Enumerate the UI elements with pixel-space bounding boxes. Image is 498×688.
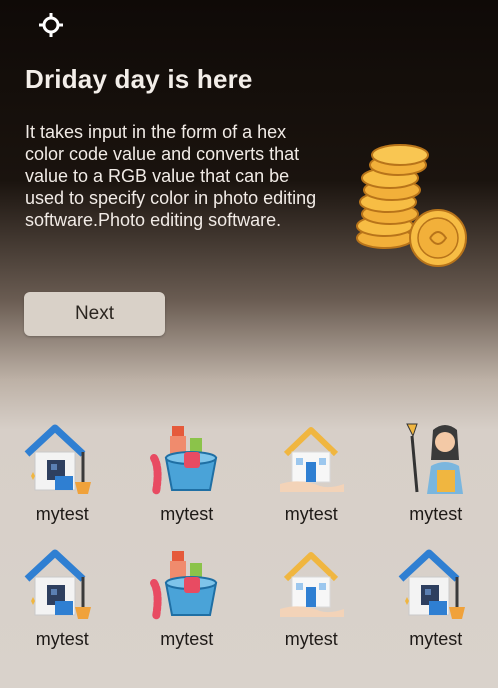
grid-item-label: mytest bbox=[35, 504, 89, 524]
grid-item-label: mytest bbox=[409, 629, 463, 649]
house-hand-icon bbox=[280, 552, 345, 617]
target-icon[interactable] bbox=[38, 12, 64, 38]
house-cleaning-icon bbox=[24, 424, 92, 494]
cleaning-bucket-icon bbox=[149, 426, 217, 496]
grid-item-label: mytest bbox=[35, 629, 89, 649]
grid-item[interactable]: mytest bbox=[374, 543, 498, 650]
grid-item-label: mytest bbox=[160, 629, 214, 649]
house-cleaning-icon bbox=[24, 549, 92, 619]
grid-item[interactable]: mytest bbox=[249, 543, 374, 650]
hero-description: It takes input in the form of a hex colo… bbox=[25, 122, 317, 230]
gold-coins-icon bbox=[356, 144, 467, 267]
next-button[interactable]: Next bbox=[24, 292, 165, 336]
cleaning-bucket-icon bbox=[149, 551, 217, 621]
house-cleaning-icon bbox=[398, 549, 465, 619]
grid-item[interactable]: mytest bbox=[0, 418, 125, 525]
grid-item[interactable]: mytest bbox=[125, 418, 250, 525]
grid-item[interactable]: mytest bbox=[125, 543, 250, 650]
hero-banner: Driday day is here It takes input in the… bbox=[0, 0, 498, 400]
service-grid: mytest mytest mytest mytest mytest mytes… bbox=[0, 418, 498, 650]
page-title: Driday day is here bbox=[25, 64, 253, 94]
grid-item[interactable]: mytest bbox=[374, 418, 498, 525]
grid-item-label: mytest bbox=[284, 629, 338, 649]
grid-item[interactable]: mytest bbox=[249, 418, 374, 525]
grid-item[interactable]: mytest bbox=[0, 543, 125, 650]
grid-item-label: mytest bbox=[284, 504, 338, 524]
cleaner-person-icon bbox=[405, 423, 463, 494]
grid-item-label: mytest bbox=[409, 504, 463, 524]
grid-item-label: mytest bbox=[160, 504, 214, 524]
house-hand-icon bbox=[280, 427, 345, 492]
